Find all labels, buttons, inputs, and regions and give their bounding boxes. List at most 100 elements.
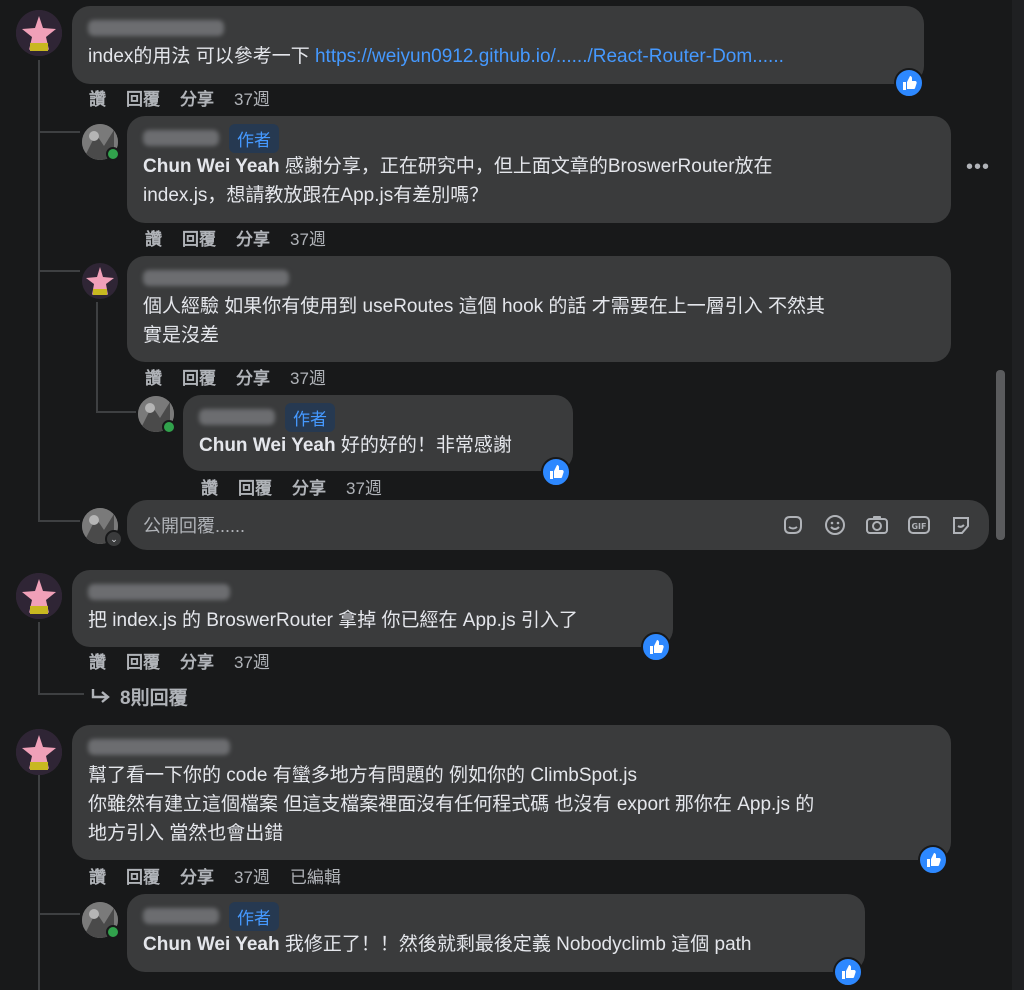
like-button[interactable]: 讚 bbox=[145, 364, 162, 389]
reply-button[interactable]: 回覆 bbox=[126, 648, 160, 673]
author-name[interactable] bbox=[143, 270, 289, 286]
reply-button[interactable]: 回覆 bbox=[238, 474, 272, 499]
author-badge: 作者 bbox=[285, 402, 335, 432]
reply-text: Chun Wei Yeah 感謝分享，正在研究中，但上面文章的BroswerRo… bbox=[143, 152, 935, 210]
author-name[interactable] bbox=[143, 908, 219, 924]
thread-line bbox=[38, 772, 40, 990]
comment-author[interactable] bbox=[88, 14, 908, 42]
online-status bbox=[106, 147, 120, 161]
like-icon[interactable] bbox=[641, 632, 671, 662]
mention[interactable]: Chun Wei Yeah bbox=[199, 435, 336, 456]
mention[interactable]: Chun Wei Yeah bbox=[143, 156, 280, 177]
comment-actions: 讚 回覆 分享 37週 bbox=[89, 648, 270, 672]
like-button[interactable]: 讚 bbox=[145, 225, 162, 250]
reply-arrow-icon bbox=[91, 688, 110, 703]
share-button[interactable]: 分享 bbox=[236, 364, 270, 389]
like-icon[interactable] bbox=[833, 957, 863, 987]
comment-link[interactable]: https://weiyun0912.github.io/....../Reac… bbox=[315, 46, 784, 67]
timestamp[interactable]: 37週 bbox=[290, 364, 326, 389]
like-button[interactable]: 讚 bbox=[89, 648, 106, 673]
thread-branch bbox=[38, 270, 80, 272]
timestamp[interactable]: 37週 bbox=[346, 474, 382, 499]
reply-button[interactable]: 回覆 bbox=[182, 225, 216, 250]
reply-input-placeholder: 公開回覆...... bbox=[143, 516, 246, 536]
timestamp[interactable]: 37週 bbox=[290, 225, 326, 250]
reply-author-row: 作者 bbox=[143, 123, 935, 153]
reply-author-row: 作者 bbox=[143, 901, 849, 931]
reply-actions: 讚 回覆 分享 37週 bbox=[145, 364, 326, 388]
like-icon[interactable] bbox=[918, 845, 948, 875]
reply-input[interactable]: 公開回覆...... GIF bbox=[127, 500, 989, 550]
like-button[interactable]: 讚 bbox=[201, 474, 218, 499]
timestamp[interactable]: 37週 bbox=[234, 85, 270, 110]
online-status bbox=[106, 925, 120, 939]
like-icon[interactable] bbox=[894, 68, 924, 98]
timestamp[interactable]: 37週 bbox=[234, 863, 270, 888]
author-name[interactable] bbox=[199, 409, 275, 425]
thread-branch bbox=[38, 693, 84, 695]
reply-author-row: 作者 bbox=[199, 402, 557, 432]
reply-body: 我修正了！！然後就剩最後定義 Nobodyclimb 這個 path bbox=[279, 934, 752, 955]
chevron-down-icon[interactable]: ⌄ bbox=[105, 530, 123, 548]
author-badge: 作者 bbox=[229, 901, 279, 931]
emoji-icon[interactable] bbox=[823, 513, 847, 537]
timestamp[interactable]: 37週 bbox=[234, 648, 270, 673]
avatar-starfish-icon bbox=[16, 10, 62, 56]
replies-count: 8則回覆 bbox=[120, 688, 188, 709]
mention[interactable]: Chun Wei Yeah bbox=[143, 934, 280, 955]
camera-icon[interactable] bbox=[865, 513, 889, 537]
svg-text:GIF: GIF bbox=[911, 522, 926, 531]
author-name[interactable] bbox=[143, 130, 219, 146]
online-status bbox=[162, 420, 176, 434]
reply-bubble: 作者 Chun Wei Yeah 好的好的！非常感謝 bbox=[183, 395, 573, 471]
reply-actions: 讚 回覆 分享 37週 bbox=[201, 474, 382, 498]
more-icon[interactable]: ••• bbox=[966, 156, 990, 179]
share-button[interactable]: 分享 bbox=[180, 85, 214, 110]
share-button[interactable]: 分享 bbox=[236, 225, 270, 250]
reply-actions: 讚 回覆 分享 37週 bbox=[145, 225, 326, 249]
avatar[interactable] bbox=[82, 263, 118, 299]
avatar-starfish-icon bbox=[16, 729, 62, 775]
avatar-sticker-icon[interactable] bbox=[949, 513, 973, 537]
reply-text: 個人經驗 如果你有使用到 useRoutes 這個 hook 的話 才需要在上一… bbox=[143, 296, 825, 346]
comment-text-prefix: index的用法 可以參考一下 bbox=[88, 46, 315, 67]
edited-label[interactable]: 已編輯 bbox=[290, 863, 341, 888]
reply-bubble: 作者 Chun Wei Yeah 我修正了！！然後就剩最後定義 Nobodycl… bbox=[127, 894, 865, 972]
reply-body: 好的好的！非常感謝 bbox=[335, 435, 512, 456]
thread-branch bbox=[96, 411, 136, 413]
reply-button[interactable]: 回覆 bbox=[126, 85, 160, 110]
thread-branch bbox=[38, 131, 80, 133]
scrollbar-thumb[interactable] bbox=[996, 370, 1005, 540]
author-badge: 作者 bbox=[229, 123, 279, 153]
thread-line bbox=[38, 622, 40, 694]
thread-line bbox=[96, 302, 98, 412]
comment-bubble: index的用法 可以參考一下 https://weiyun0912.githu… bbox=[72, 6, 924, 84]
reply-bubble: 個人經驗 如果你有使用到 useRoutes 這個 hook 的話 才需要在上一… bbox=[127, 256, 951, 362]
share-button[interactable]: 分享 bbox=[292, 474, 326, 499]
share-button[interactable]: 分享 bbox=[180, 863, 214, 888]
avatar[interactable] bbox=[16, 573, 62, 619]
avatar-starfish-icon bbox=[86, 267, 114, 295]
reply-text: Chun Wei Yeah 我修正了！！然後就剩最後定義 Nobodyclimb… bbox=[143, 930, 849, 959]
share-button[interactable]: 分享 bbox=[180, 648, 214, 673]
reply-button[interactable]: 回覆 bbox=[126, 863, 160, 888]
comment-text: index的用法 可以參考一下 https://weiyun0912.githu… bbox=[88, 42, 908, 71]
avatar[interactable] bbox=[16, 729, 62, 775]
avatar[interactable] bbox=[16, 10, 62, 56]
reply-button[interactable]: 回覆 bbox=[182, 364, 216, 389]
view-replies-link[interactable]: 8則回覆 bbox=[90, 683, 188, 710]
thread-branch bbox=[38, 913, 80, 915]
comment-author[interactable] bbox=[88, 733, 935, 761]
comment-author[interactable] bbox=[88, 578, 657, 606]
like-button[interactable]: 讚 bbox=[89, 863, 106, 888]
like-icon[interactable] bbox=[541, 457, 571, 487]
gif-icon[interactable]: GIF bbox=[907, 513, 931, 537]
comment-actions: 讚 回覆 分享 37週 已編輯 bbox=[89, 863, 341, 887]
input-toolbar: GIF bbox=[781, 513, 973, 537]
like-button[interactable]: 讚 bbox=[89, 85, 106, 110]
comment-text: 把 index.js 的 BroswerRouter 拿掉 你已經在 App.j… bbox=[88, 610, 578, 631]
comment-bubble: 幫了看一下你的 code 有蠻多地方有問題的 例如你的 ClimbSpot.js… bbox=[72, 725, 951, 860]
sticker-icon[interactable] bbox=[781, 513, 805, 537]
reply-text: Chun Wei Yeah 好的好的！非常感謝 bbox=[199, 431, 557, 460]
thread-line bbox=[38, 60, 40, 522]
